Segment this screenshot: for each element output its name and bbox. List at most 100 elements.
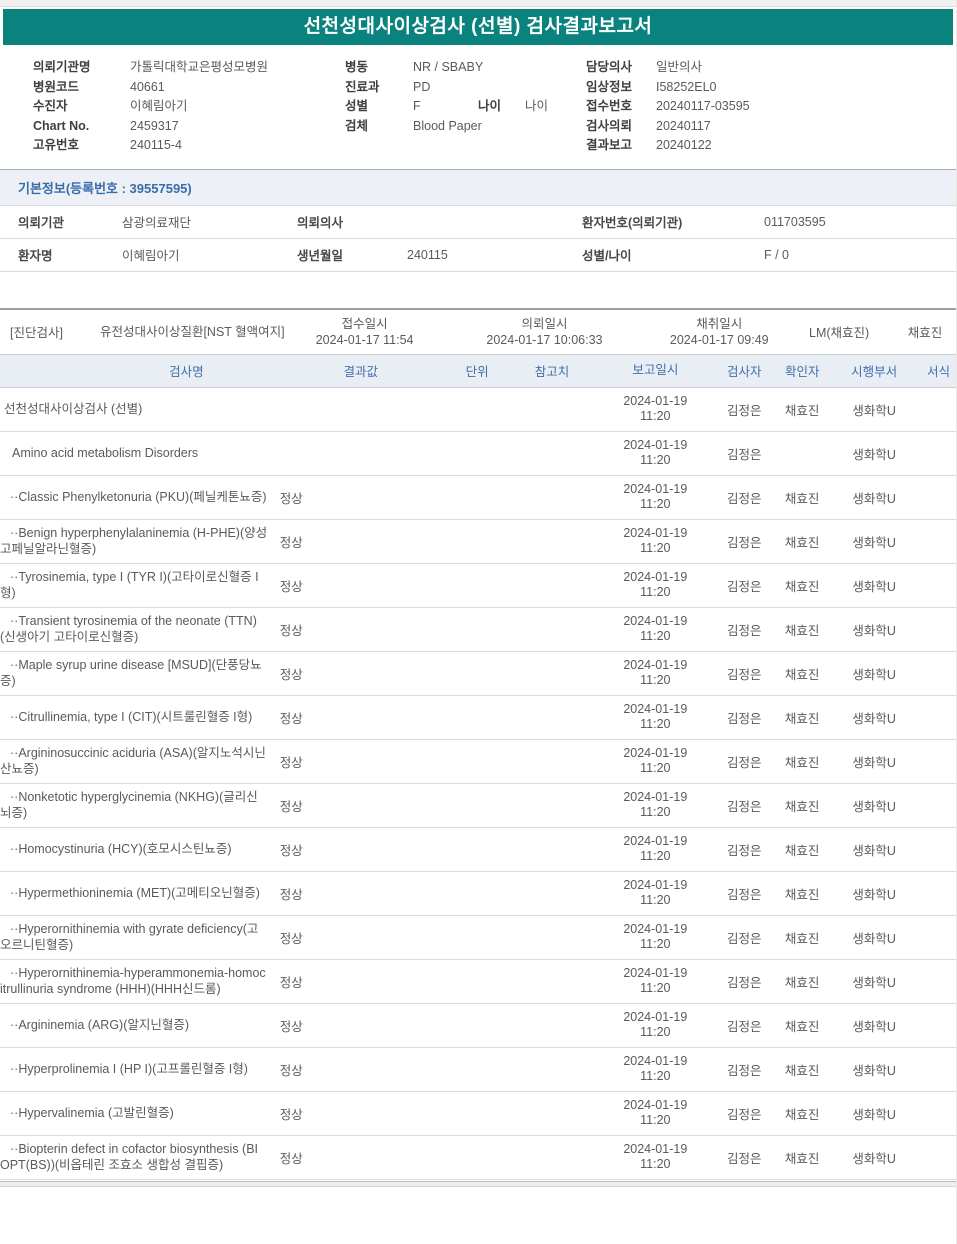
verifier-name: 채효진 (784, 1107, 820, 1122)
header-field: 의뢰기관명 가톨릭대학교은평성모병원 (33, 58, 345, 78)
field-value: F (413, 99, 421, 113)
report-datetime: 2024-01-19 11:20 (599, 702, 711, 732)
test-name: ··Tyrosinemia, type I (TYR I)(고타이로신혈증 I형… (0, 570, 259, 600)
field-value: 20240117-03595 (656, 99, 750, 113)
table-row: ··Citrullinemia, type I (CIT)(시트룰린혈증 I형)… (0, 696, 956, 740)
field-label: 환자번호(의뢰기관) (582, 216, 683, 230)
report-datetime: 2024-01-19 11:20 (599, 966, 711, 996)
verifier-name: 채효진 (784, 535, 820, 550)
report-date: 2024-01-19 (623, 614, 688, 628)
header-field: 검사의뢰 20240117 (586, 117, 956, 137)
table-row: ··Classic Phenylketonuria (PKU)(페닐케톤뇨증) … (0, 476, 956, 520)
test-name: ··Homocystinuria (HCY)(호모시스틴뇨증) (10, 842, 232, 856)
performing-dept: 생화학U (852, 623, 896, 638)
col-header-test-name: 검사명 (169, 365, 204, 379)
test-name: ··Hyperornithinemia with gyrate deficien… (0, 922, 259, 952)
test-name: ··Biopterin defect in cofactor biosynthe… (0, 1142, 259, 1172)
test-name: ··Benign hyperphenylalaninemia (H-PHE)(양… (0, 526, 268, 556)
col-header-reference: 참고치 (534, 365, 570, 379)
performing-dept: 생화학U (852, 491, 896, 506)
field-value: 일반의사 (656, 60, 703, 74)
field-value: 이혜림아기 (122, 249, 180, 263)
result-value: 정상 (279, 667, 303, 682)
field-label: 검사의뢰 (586, 118, 633, 133)
verifier-name: 채효진 (784, 623, 820, 638)
report-datetime: 2024-01-19 11:20 (599, 1142, 711, 1172)
verifier-name: 채효진 (784, 1063, 820, 1078)
performing-dept: 생화학U (852, 579, 896, 594)
report-time: 11:20 (640, 1113, 671, 1127)
field-label: 고유번호 (33, 138, 80, 152)
report-date: 2024-01-19 (623, 966, 688, 980)
verifier-name: 채효진 (784, 843, 820, 858)
col-header-form: 서식 (927, 365, 951, 379)
report-time: 11:20 (640, 761, 671, 775)
report-date: 2024-01-19 (623, 570, 688, 584)
performing-dept: 생화학U (852, 799, 896, 814)
received-value: 2024-01-17 11:54 (315, 332, 414, 347)
table-row: ··Transient tyrosinemia of the neonate (… (0, 608, 956, 652)
field-value: PD (413, 79, 431, 94)
table-row: ··Homocystinuria (HCY)(호모시스틴뇨증) 정상 2024-… (0, 828, 956, 872)
field-label: 의뢰기관명 (33, 60, 91, 74)
verifier-name: 채효진 (784, 1019, 820, 1034)
table-row: ··Hypermethioninemia (MET)(고메티오닌혈증) 정상 2… (0, 872, 956, 916)
report-time: 11:20 (640, 629, 671, 643)
performing-dept: 생화학U (852, 975, 896, 990)
field-label: 성별/나이 (582, 249, 632, 263)
header-field: 성별 F 나이 나이 (345, 97, 586, 117)
performing-dept: 생화학U (852, 843, 896, 858)
tester-name: 김정은 (726, 755, 762, 770)
field-label: 담당의사 (586, 60, 633, 74)
performing-dept: 생화학U (852, 1107, 896, 1122)
basic-info-section-title: 기본정보(등록번호 : 39557595) (0, 168, 956, 206)
test-name: ··Citrullinemia, type I (CIT)(시트룰린혈증 I형) (10, 710, 253, 724)
basic-info-row: 의뢰기관 삼광의료재단 의뢰의사 환자번호(의뢰기관) 011703595 (0, 206, 956, 239)
collector: LM(채효진) (809, 326, 870, 340)
field-value: 40661 (130, 79, 165, 94)
test-name: ··Hypermethioninemia (MET)(고메티오닌혈증) (10, 886, 260, 900)
performing-dept: 생화학U (852, 535, 896, 550)
report-date: 2024-01-19 (623, 1010, 688, 1024)
header-field: 검체 Blood Paper (345, 117, 586, 137)
field-label (478, 78, 525, 98)
field-label: 나이 (478, 99, 502, 113)
result-value: 정상 (279, 1019, 303, 1034)
result-value: 정상 (279, 535, 303, 550)
performing-dept: 생화학U (852, 403, 896, 418)
report-datetime: 2024-01-19 11:20 (599, 878, 711, 908)
received-datetime: 접수일시 2024-01-17 11:54 (295, 316, 435, 348)
tester-name: 김정은 (726, 843, 762, 858)
tester-name: 김정은 (726, 975, 762, 990)
report-datetime: 2024-01-19 11:20 (599, 614, 711, 644)
result-value: 정상 (279, 579, 303, 594)
result-value: 정상 (279, 755, 303, 770)
table-row: ··Hypervalinemia (고발린혈증) 정상 2024-01-19 1… (0, 1092, 956, 1136)
report-time: 11:20 (640, 893, 671, 907)
report-time: 11:20 (640, 937, 671, 951)
field-value: 011703595 (764, 214, 826, 229)
col-header-result: 결과값 (343, 365, 378, 379)
report-date: 2024-01-19 (623, 1054, 688, 1068)
report-date: 2024-01-19 (623, 790, 688, 804)
result-value: 정상 (279, 887, 303, 902)
test-name: ··Hypervalinemia (고발린혈증) (10, 1106, 174, 1120)
report-date: 2024-01-19 (623, 438, 688, 452)
table-row: Amino acid metabolism Disorders 2024-01-… (0, 432, 956, 476)
field-value: Blood Paper (413, 118, 482, 133)
field-value: 2459317 (130, 118, 179, 133)
header-field: 접수번호 20240117-03595 (586, 97, 956, 117)
report-date: 2024-01-19 (623, 526, 688, 540)
performing-dept: 생화학U (852, 931, 896, 946)
report-datetime: 2024-01-19 11:20 (599, 1010, 711, 1040)
col-header-verifier: 확인자 (784, 365, 820, 379)
basic-info-table: 의뢰기관 삼광의료재단 의뢰의사 환자번호(의뢰기관) 011703595 환자… (0, 206, 956, 272)
verifier-name: 채효진 (784, 755, 820, 770)
field-label: 성별 (345, 99, 369, 113)
performing-dept: 생화학U (852, 667, 896, 682)
tester-name: 김정은 (726, 1019, 762, 1034)
table-row: 선천성대사이상검사 (선별) 2024-01-19 11:20 김정은 채효진 … (0, 388, 956, 432)
tester-name: 김정은 (726, 931, 762, 946)
field-label: 진료과 (345, 79, 380, 94)
report-date: 2024-01-19 (623, 878, 688, 892)
